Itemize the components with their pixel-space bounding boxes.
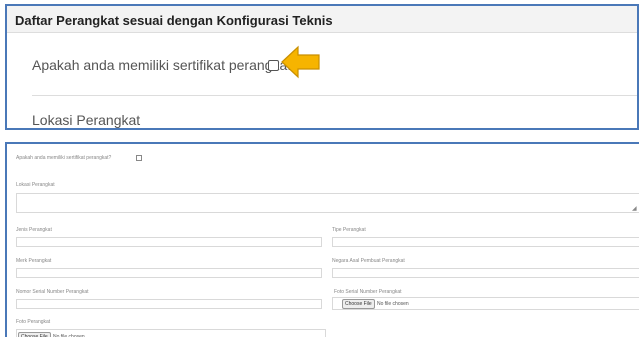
resize-handle-icon[interactable]: ◢ bbox=[632, 205, 637, 212]
device-brand-input[interactable] bbox=[16, 268, 322, 278]
full-form-panel: Apakah anda memiliki sertifikat perangka… bbox=[5, 142, 639, 337]
device-photo-choose-file-button[interactable]: Choose File bbox=[18, 332, 51, 337]
panel-header: Daftar Perangkat sesuai dengan Konfigura… bbox=[7, 6, 637, 33]
certificate-checkbox[interactable] bbox=[268, 60, 279, 71]
device-brand-label: Merk Perangkat bbox=[16, 258, 52, 264]
certificate-question-label-small: Apakah anda memiliki sertifikat perangka… bbox=[16, 155, 112, 161]
serial-number-label: Nomor Serial Number Perangkat bbox=[16, 289, 89, 295]
divider bbox=[32, 95, 637, 96]
device-model-label: Tipe Perangkat bbox=[332, 227, 366, 233]
device-model-input[interactable] bbox=[332, 237, 639, 247]
certificate-question-label: Apakah anda memiliki sertifikat perangka… bbox=[32, 57, 299, 73]
serial-number-input[interactable] bbox=[16, 299, 322, 309]
device-type-label: Jenis Perangkat bbox=[16, 227, 52, 233]
panel-title: Daftar Perangkat sesuai dengan Konfigura… bbox=[15, 13, 333, 28]
device-type-input[interactable] bbox=[16, 237, 322, 247]
location-label-small: Lokasi Perangkat bbox=[16, 182, 55, 188]
origin-country-input[interactable] bbox=[332, 268, 639, 278]
serial-photo-choose-file-button[interactable]: Choose File bbox=[342, 299, 375, 309]
zoomed-form-panel: Daftar Perangkat sesuai dengan Konfigura… bbox=[5, 4, 639, 130]
serial-photo-label: Foto Serial Number Perangkat bbox=[334, 289, 402, 295]
serial-photo-file-status: No file chosen bbox=[377, 301, 409, 307]
origin-country-label: Negara Asal Pembuat Perangkat bbox=[332, 258, 405, 264]
certificate-checkbox-small[interactable] bbox=[136, 155, 142, 161]
arrow-left-icon bbox=[281, 45, 320, 79]
location-label: Lokasi Perangkat bbox=[32, 112, 141, 128]
device-photo-label: Foto Perangkat bbox=[16, 319, 51, 325]
location-textarea-small[interactable] bbox=[16, 193, 639, 213]
